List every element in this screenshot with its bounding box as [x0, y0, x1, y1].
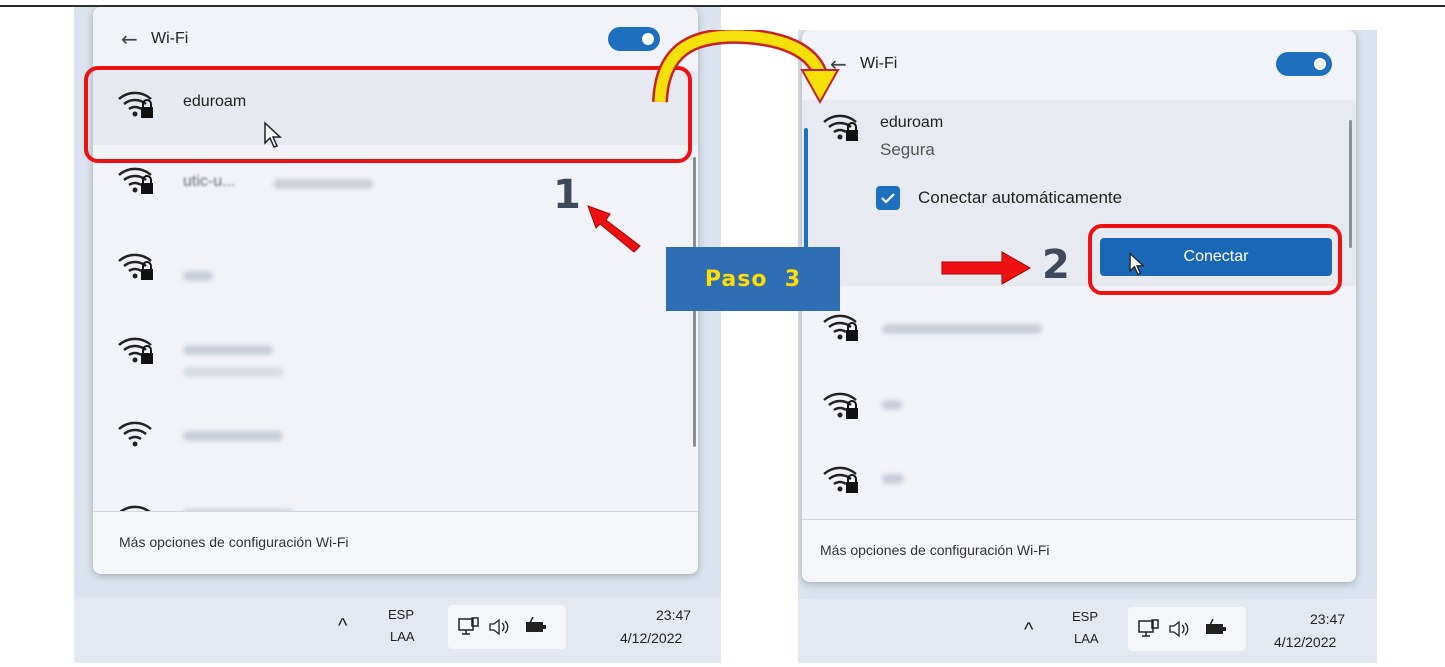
blurred-name: [183, 431, 283, 441]
lang-top[interactable]: ESP: [1072, 609, 1098, 624]
more-wifi-settings-label: Más opciones de configuración Wi-Fi: [119, 534, 349, 550]
blurred-name: [882, 400, 902, 410]
panel-header: ← Wi-Fi: [93, 15, 698, 63]
checkmark-icon: [881, 193, 895, 204]
more-wifi-settings[interactable]: Más opciones de configuración Wi-Fi: [93, 511, 698, 574]
step-number: 1: [553, 172, 581, 218]
lang-bottom[interactable]: LAA: [390, 629, 415, 644]
highlight-connect: [1088, 224, 1342, 295]
paso-text: Paso 3: [704, 266, 802, 292]
more-wifi-settings-label: Más opciones de configuración Wi-Fi: [820, 542, 1050, 558]
lang-bottom[interactable]: LAA: [1074, 631, 1099, 646]
step-number: 2: [1042, 242, 1070, 288]
wifi-secured-icon: [823, 392, 858, 419]
wifi-secured-icon: [823, 314, 858, 341]
clock-time[interactable]: 23:47: [1310, 611, 1345, 627]
network-icon: [1138, 619, 1159, 637]
blurred-name: [273, 179, 373, 189]
back-arrow-icon[interactable]: ←: [121, 27, 151, 51]
chevron-up-icon[interactable]: ^: [1024, 619, 1033, 642]
wifi-secured-icon: [823, 466, 858, 493]
blurred-name: [882, 324, 1042, 334]
wifi-secured-icon: [823, 114, 858, 141]
wifi-secured-icon: [118, 337, 153, 364]
network-status: Segura: [880, 140, 935, 159]
system-tray[interactable]: [1128, 607, 1246, 651]
step2-arrow-icon: [941, 251, 1032, 285]
clock-date[interactable]: 4/12/2022: [1274, 634, 1336, 650]
selection-bar: [804, 128, 808, 258]
taskbar: ^ ESP LAA 23:47 4/12/2022: [798, 599, 1377, 663]
network-item[interactable]: [93, 401, 698, 475]
network-item[interactable]: [802, 444, 1356, 518]
taskbar: ^ ESP LAA 23:47 4/12/2022: [74, 597, 721, 663]
step1-arrow-icon: [587, 205, 641, 253]
network-item[interactable]: [802, 370, 1356, 444]
wifi-secured-icon: [118, 253, 153, 280]
network-item[interactable]: [93, 317, 698, 391]
volume-icon: [1169, 620, 1189, 638]
lang-top[interactable]: ESP: [388, 607, 414, 622]
blurred-name: [183, 345, 273, 355]
clock-date[interactable]: 4/12/2022: [620, 630, 682, 646]
wifi-open-icon: [118, 421, 152, 447]
battery-icon: [1206, 619, 1226, 635]
auto-connect-label: Conectar automáticamente: [918, 188, 1123, 207]
panel-header: ← Wi-Fi: [802, 40, 1356, 88]
battery-icon: [526, 617, 546, 633]
network-icon: [458, 617, 479, 635]
wifi-toggle[interactable]: [1276, 52, 1332, 76]
highlight-eduroam: [84, 66, 692, 163]
panel-title: Wi-Fi: [151, 30, 189, 47]
panel-title: Wi-Fi: [860, 55, 898, 72]
auto-connect-checkbox[interactable]: [876, 186, 900, 210]
volume-icon: [489, 618, 509, 636]
wifi-secured-icon: [118, 167, 153, 194]
blurred-name: [183, 271, 213, 281]
clock-time[interactable]: 23:47: [656, 607, 691, 623]
right-screenshot: ← Wi-Fi eduroam Segura Conectar automáti…: [798, 30, 1377, 663]
more-wifi-settings[interactable]: Más opciones de configuración Wi-Fi: [802, 519, 1356, 582]
scrollbar[interactable]: [1349, 120, 1352, 248]
blurred-name: [882, 474, 904, 484]
network-name: utic-u...: [183, 173, 236, 190]
curved-arrow-icon: [652, 30, 840, 105]
network-item[interactable]: [802, 292, 1356, 366]
network-name: eduroam: [880, 114, 944, 131]
wifi-panel: ← Wi-Fi eduroam Segura Conectar automáti…: [802, 30, 1356, 582]
chevron-up-icon[interactable]: ^: [338, 615, 347, 638]
blurred-status: [183, 367, 283, 377]
paso-label: Paso 3: [666, 247, 840, 311]
system-tray[interactable]: [448, 605, 566, 649]
